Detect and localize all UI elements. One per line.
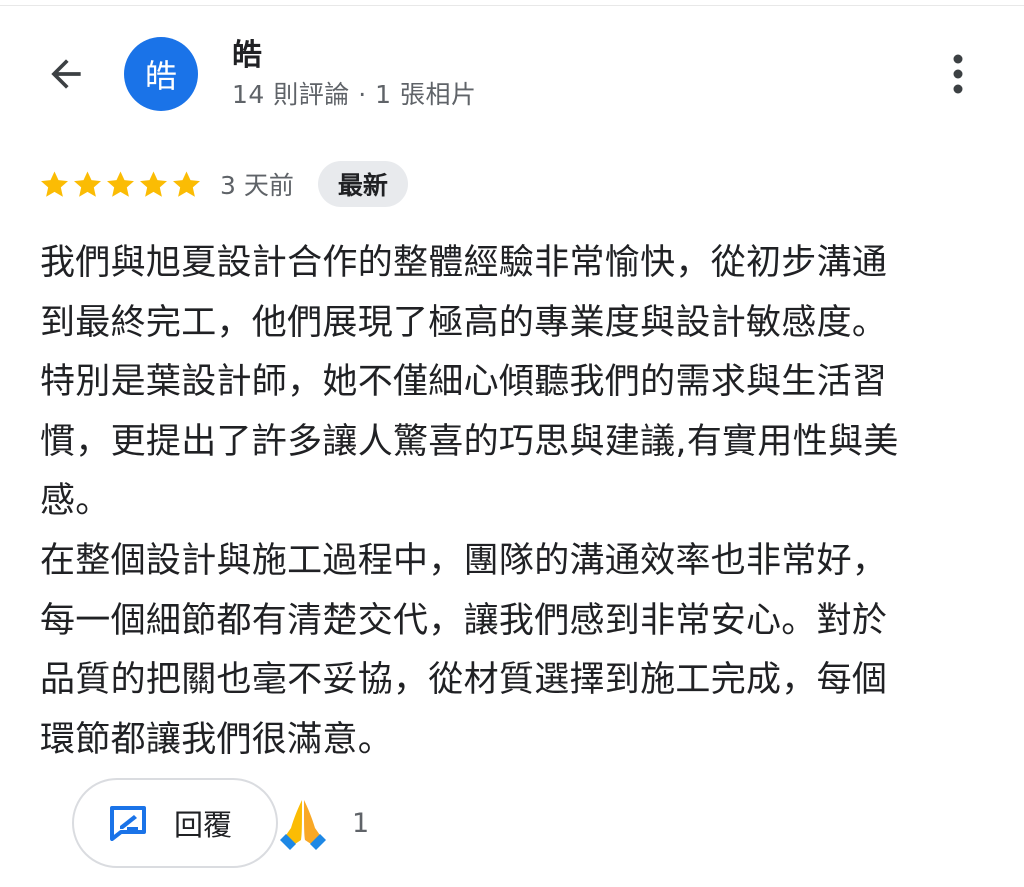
reply-button[interactable]: 回覆 — [72, 778, 278, 868]
user-meta: 14 則評論 · 1 張相片 — [232, 80, 477, 109]
star-icon — [140, 170, 167, 197]
rating-row: 3 天前 最新 — [38, 160, 408, 208]
more-options-button[interactable] — [936, 46, 980, 102]
arrow-left-icon — [51, 59, 81, 89]
more-vert-icon — [953, 54, 963, 94]
reply-label: 回覆 — [174, 808, 233, 842]
reaction-button[interactable]: 1 — [274, 794, 369, 852]
top-divider — [0, 0, 1024, 6]
star-icon — [107, 170, 134, 197]
review-time: 3 天前 — [220, 171, 294, 200]
newest-badge: 最新 — [317, 161, 408, 207]
review-text: 我們與旭夏設計合作的整體經驗非常愉快，從初步溝通 到最終完工，他們展現了極高的專… — [40, 243, 899, 760]
back-button[interactable] — [38, 46, 94, 102]
star-rating — [38, 168, 203, 201]
user-name[interactable]: 皓 — [232, 30, 263, 74]
reaction-count: 1 — [352, 807, 370, 839]
avatar[interactable]: 皓 — [124, 37, 198, 111]
star-icon — [74, 170, 101, 197]
star-icon — [173, 170, 200, 197]
avatar-letter: 皓 — [144, 57, 177, 95]
review-detail-page: 皓 皓 14 則評論 · 1 張相片 3 天前 最新 我們與旭夏設計合作的整體經… — [0, 0, 1024, 887]
star-icon — [41, 170, 68, 197]
reply-edit-icon — [110, 806, 146, 841]
folded-hands-icon — [280, 800, 326, 850]
